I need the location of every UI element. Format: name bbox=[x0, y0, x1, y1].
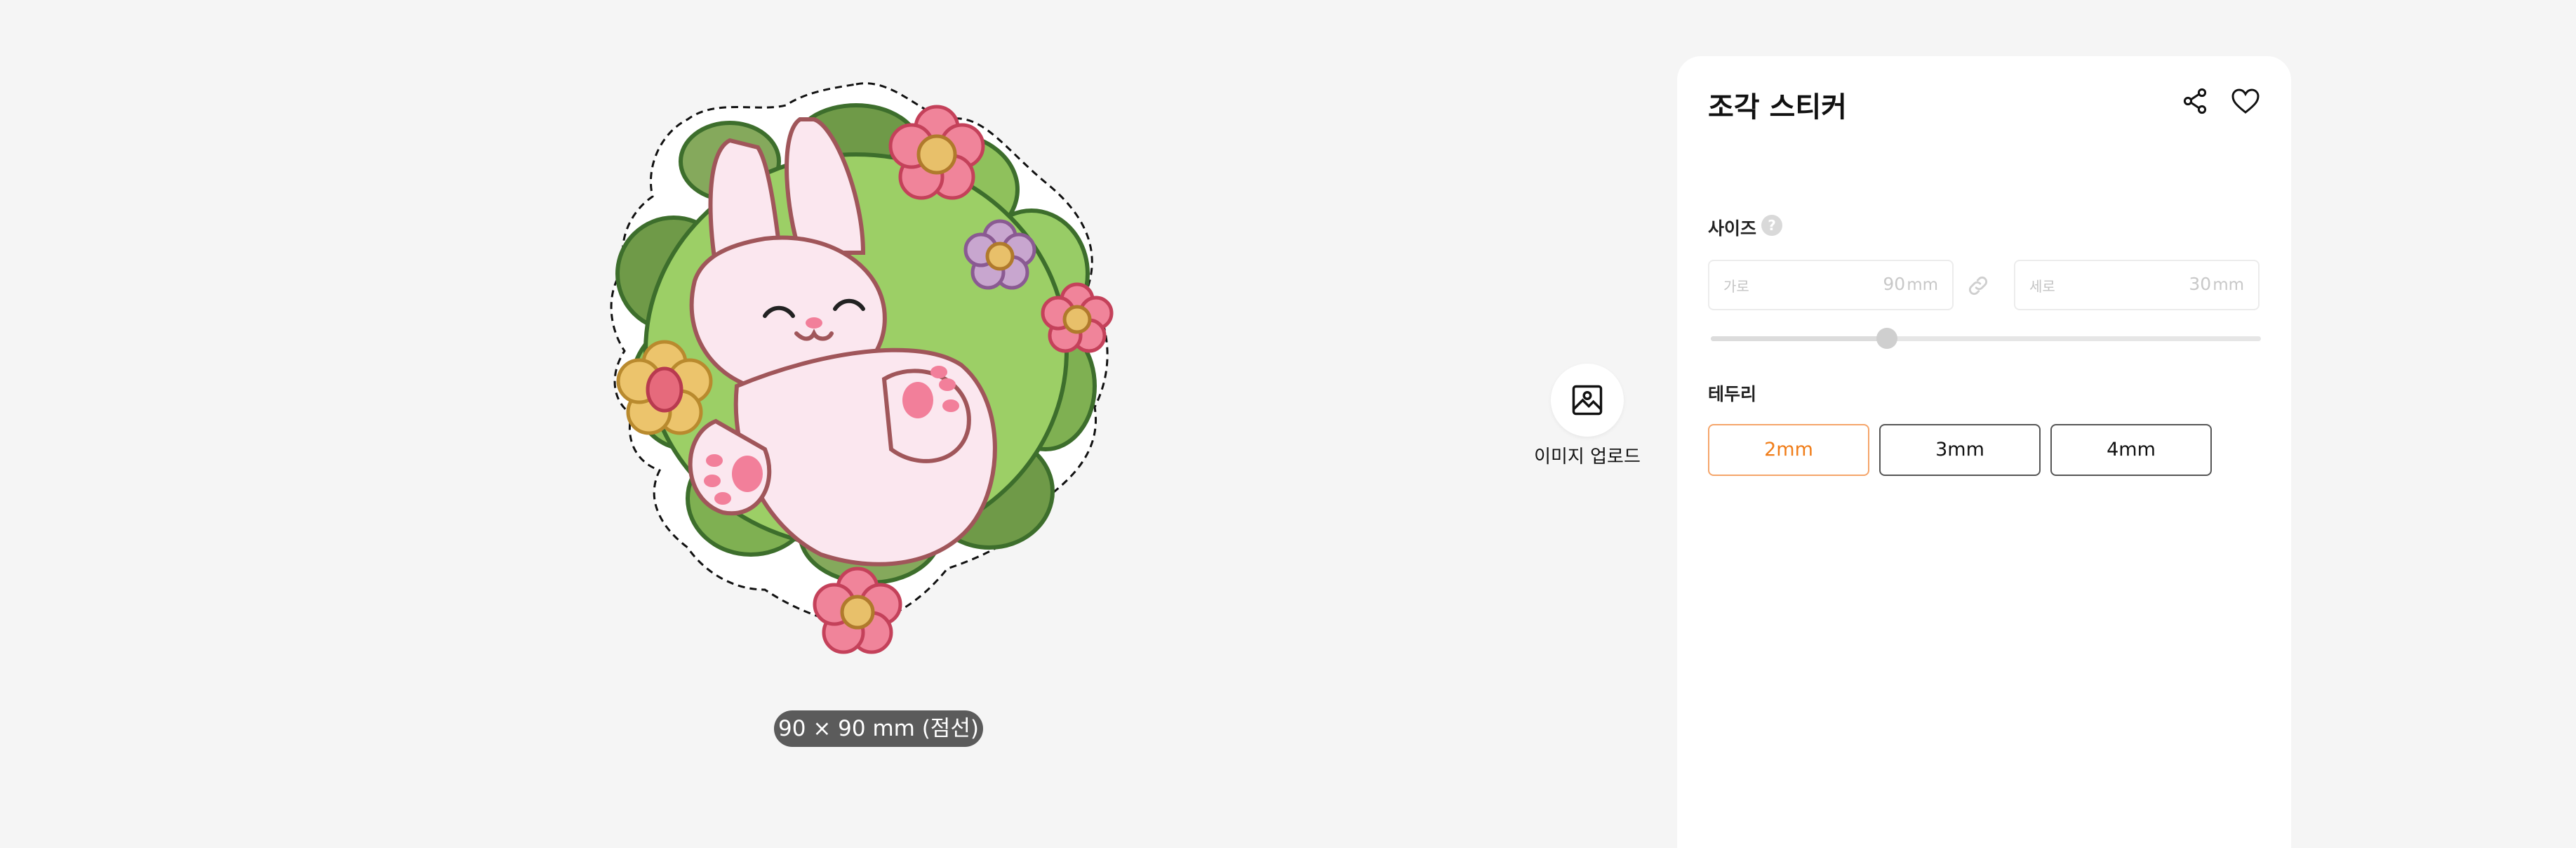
border-option-2mm[interactable]: 2mm bbox=[1708, 424, 1869, 476]
share-button[interactable] bbox=[2178, 84, 2212, 118]
height-field-value[interactable]: 30mm bbox=[2189, 274, 2244, 294]
border-label: 테두리 bbox=[1708, 384, 1757, 404]
image-upload-button[interactable] bbox=[1551, 364, 1624, 437]
border-option-3mm[interactable]: 3mm bbox=[1879, 424, 2041, 476]
heart-icon bbox=[2231, 88, 2260, 114]
border-option-4mm[interactable]: 4mm bbox=[2050, 424, 2212, 476]
image-upload-label[interactable]: 이미지 업로드 bbox=[1509, 442, 1666, 468]
sticker-editor: 90 × 90 mm (점선) 이미지 업로드 조각 스티커 사이즈 ? 가로 bbox=[0, 0, 2576, 848]
height-field[interactable]: 세로 30mm bbox=[2014, 260, 2260, 310]
size-slider-fill bbox=[1711, 336, 1887, 341]
preview-size-caption: 90 × 90 mm (점선) bbox=[774, 710, 983, 747]
help-icon[interactable]: ? bbox=[1761, 215, 1782, 236]
link-icon[interactable] bbox=[1966, 274, 1990, 298]
options-panel: 조각 스티커 사이즈 ? 가로 90mm 세로 30mm 테두리 2mm 3mm… bbox=[1677, 56, 2291, 848]
height-field-label: 세로 bbox=[2029, 278, 2055, 295]
sticker-preview-image bbox=[610, 82, 1114, 654]
width-field[interactable]: 가로 90mm bbox=[1708, 260, 1954, 310]
image-icon bbox=[1572, 385, 1603, 416]
size-slider[interactable] bbox=[1711, 336, 2261, 341]
product-title: 조각 스티커 bbox=[1708, 91, 1847, 124]
size-slider-thumb[interactable] bbox=[1876, 328, 1897, 349]
size-label: 사이즈 bbox=[1708, 218, 1757, 239]
share-icon bbox=[2183, 88, 2207, 114]
width-field-label: 가로 bbox=[1723, 278, 1749, 295]
width-field-value[interactable]: 90mm bbox=[1883, 274, 1938, 294]
favorite-button[interactable] bbox=[2229, 84, 2262, 118]
bunny-nose bbox=[806, 317, 822, 329]
